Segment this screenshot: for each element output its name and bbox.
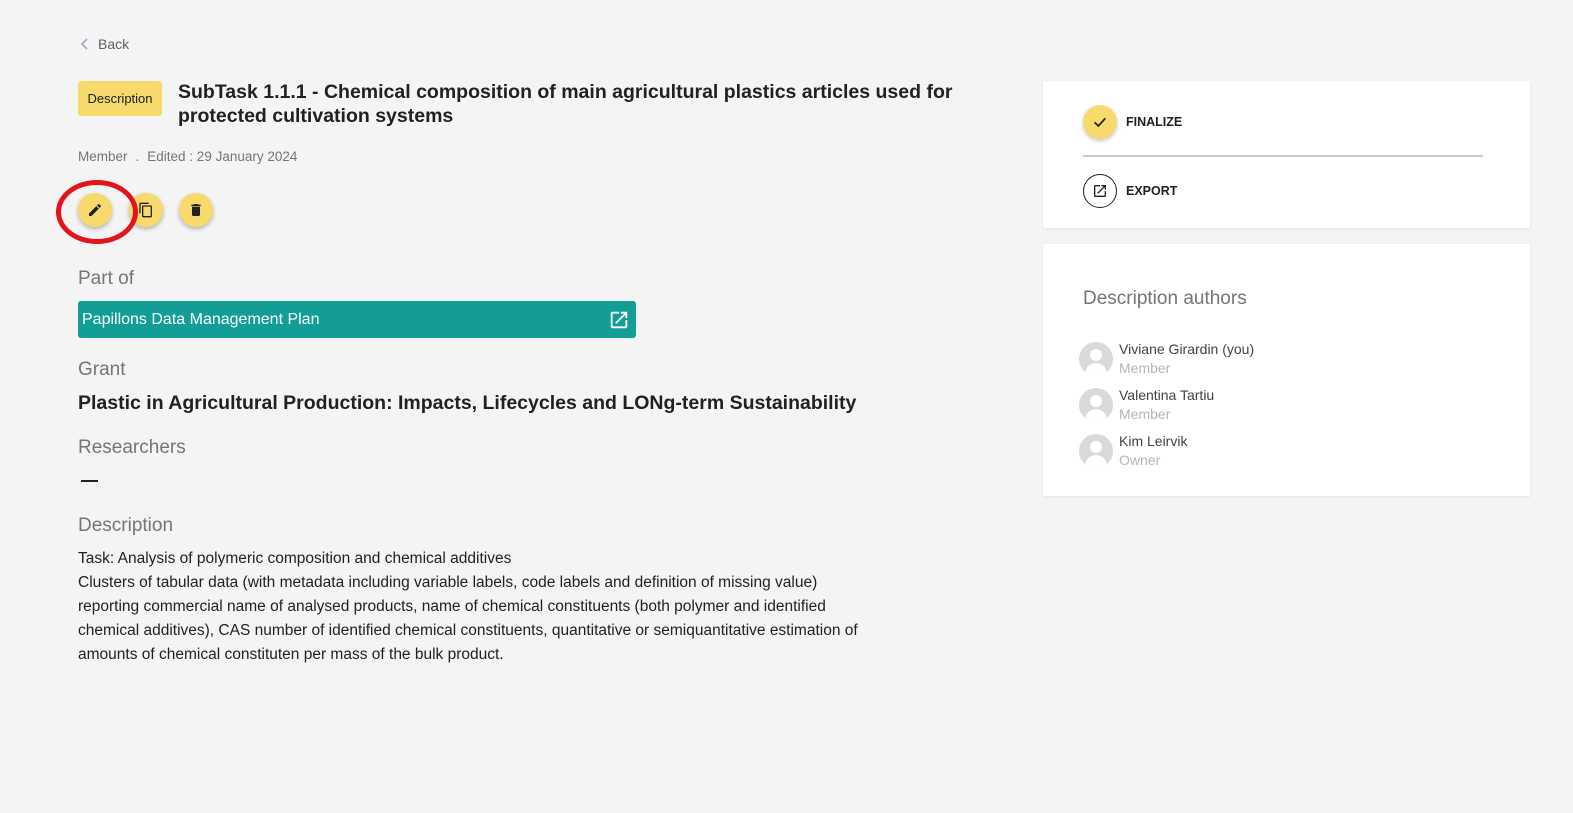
researchers-label: Researchers: [78, 437, 186, 458]
open-in-new-icon: [1094, 185, 1106, 197]
chevron-left-icon: [80, 38, 88, 50]
author-item: Valentina Tartiu Member: [1079, 386, 1214, 424]
edited-date: Edited : 29 January 2024: [147, 149, 298, 164]
author-item: Viviane Girardin (you) Member: [1079, 340, 1254, 378]
user-role: Member: [78, 149, 128, 164]
pencil-icon: [89, 203, 102, 216]
grant-label: Grant: [78, 359, 126, 380]
page-title: SubTask 1.1.1 - Chemical composition of …: [178, 81, 953, 127]
description-label: Description: [78, 515, 174, 536]
author-name: Valentina Tartiu: [1119, 387, 1215, 403]
edit-button[interactable]: [78, 193, 112, 227]
copy-icon: [139, 202, 152, 218]
finalize-button[interactable]: FINALIZE: [1083, 105, 1182, 139]
meta-separator: .: [135, 149, 140, 164]
description-text: Task: Analysis of polymeric composition …: [78, 547, 868, 667]
avatar: [1079, 342, 1113, 376]
avatar: [1079, 388, 1113, 422]
author-role: Member: [1119, 360, 1171, 376]
back-link[interactable]: Back: [80, 36, 129, 52]
export-label: EXPORT: [1126, 184, 1178, 198]
author-name: Viviane Girardin (you): [1119, 341, 1255, 357]
back-label: Back: [98, 36, 130, 52]
finalize-circle: [1083, 105, 1117, 139]
actions-card: FINALIZE EXPORT: [1043, 81, 1530, 228]
authors-card: Description authors Viviane Girardin (yo…: [1043, 244, 1530, 496]
plan-name: Papillons Data Management Plan: [82, 310, 320, 328]
avatar: [1079, 434, 1113, 468]
researchers-empty-dash: [81, 480, 98, 482]
type-badge: Description: [78, 81, 162, 116]
part-of-label: Part of: [78, 268, 134, 289]
trash-icon: [191, 204, 201, 216]
author-name: Kim Leirvik: [1119, 433, 1188, 449]
plan-link[interactable]: Papillons Data Management Plan: [78, 301, 636, 338]
clone-button[interactable]: [129, 193, 163, 227]
open-in-new-icon: [610, 311, 628, 328]
delete-button[interactable]: [179, 193, 213, 227]
author-role: Owner: [1119, 452, 1161, 468]
author-item: Kim Leirvik Owner: [1079, 432, 1187, 470]
meta-line: Member. Edited : 29 January 2024: [78, 149, 297, 164]
authors-title: Description authors: [1083, 288, 1247, 309]
description-paragraph: Clusters of tabular data (with metadata …: [78, 574, 858, 663]
description-line: Task: Analysis of polymeric composition …: [78, 550, 512, 567]
author-role: Member: [1119, 406, 1171, 422]
actions-divider: [1083, 155, 1483, 157]
grant-title: Plastic in Agricultural Production: Impa…: [78, 392, 857, 414]
export-circle: [1083, 174, 1117, 208]
finalize-label: FINALIZE: [1126, 115, 1183, 129]
export-button[interactable]: EXPORT: [1083, 174, 1177, 208]
check-icon: [1094, 117, 1106, 128]
